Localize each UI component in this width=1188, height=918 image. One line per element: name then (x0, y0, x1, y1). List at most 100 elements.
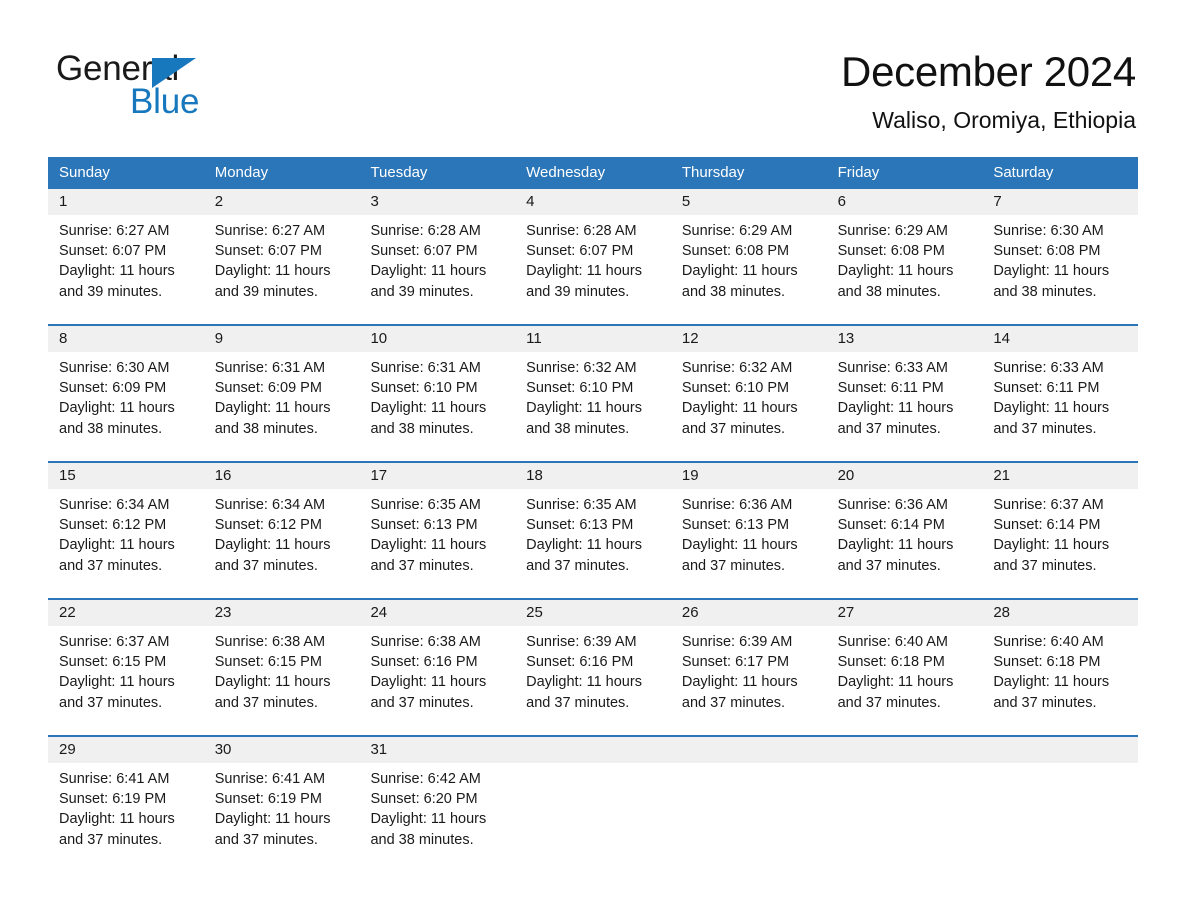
week-row: 22 23 24 25 26 27 28 Sunrise: 6:37 AM Su… (48, 598, 1138, 726)
sunset-text: Sunset: 6:07 PM (526, 243, 634, 260)
day-cell[interactable]: Sunrise: 6:29 AM Sunset: 6:08 PM Dayligh… (827, 215, 983, 315)
daylight-text: Daylight: 11 hours and 37 minutes. (837, 674, 954, 711)
week-day-details: Sunrise: 6:27 AM Sunset: 6:07 PM Dayligh… (48, 215, 1138, 315)
day-number[interactable]: 3 (359, 189, 515, 215)
day-cell[interactable]: Sunrise: 6:40 AM Sunset: 6:18 PM Dayligh… (827, 626, 983, 726)
day-cell[interactable]: Sunrise: 6:28 AM Sunset: 6:07 PM Dayligh… (515, 215, 671, 315)
sunset-text: Sunset: 6:08 PM (993, 243, 1101, 260)
week-day-numbers: 22 23 24 25 26 27 28 (48, 600, 1138, 626)
day-cell[interactable]: Sunrise: 6:30 AM Sunset: 6:08 PM Dayligh… (982, 215, 1138, 315)
daylight-text: Daylight: 11 hours and 37 minutes. (214, 537, 331, 574)
daylight-text: Daylight: 11 hours and 39 minutes. (59, 263, 175, 300)
daylight-text: Daylight: 11 hours and 37 minutes. (681, 674, 798, 711)
day-number[interactable]: 20 (827, 463, 983, 489)
sunrise-text: Sunrise: 6:41 AM (59, 771, 170, 787)
day-cell[interactable]: Sunrise: 6:29 AM Sunset: 6:08 PM Dayligh… (671, 215, 827, 315)
day-cell[interactable]: Sunrise: 6:33 AM Sunset: 6:11 PM Dayligh… (827, 352, 983, 452)
daylight-text: Daylight: 11 hours and 37 minutes. (993, 537, 1110, 574)
day-number[interactable]: 23 (204, 600, 360, 626)
day-cell[interactable]: Sunrise: 6:34 AM Sunset: 6:12 PM Dayligh… (204, 489, 360, 589)
week-day-details: Sunrise: 6:37 AM Sunset: 6:15 PM Dayligh… (48, 626, 1138, 726)
day-number[interactable]: 7 (982, 189, 1138, 215)
day-cell[interactable]: Sunrise: 6:41 AM Sunset: 6:19 PM Dayligh… (48, 763, 204, 863)
day-number[interactable]: 15 (48, 463, 204, 489)
day-number[interactable]: 1 (48, 189, 204, 215)
calendar-table: Sunday Monday Tuesday Wednesday Thursday… (48, 157, 1138, 863)
day-cell[interactable]: Sunrise: 6:32 AM Sunset: 6:10 PM Dayligh… (515, 352, 671, 452)
sunrise-text: Sunrise: 6:32 AM (681, 360, 793, 376)
day-cell[interactable]: Sunrise: 6:35 AM Sunset: 6:13 PM Dayligh… (515, 489, 671, 589)
day-cell[interactable]: Sunrise: 6:27 AM Sunset: 6:07 PM Dayligh… (204, 215, 360, 315)
day-cell[interactable]: Sunrise: 6:36 AM Sunset: 6:14 PM Dayligh… (827, 489, 983, 589)
day-number[interactable]: 30 (204, 737, 360, 763)
day-number[interactable]: 8 (48, 326, 204, 352)
day-number[interactable]: 2 (204, 189, 360, 215)
day-cell[interactable]: Sunrise: 6:33 AM Sunset: 6:11 PM Dayligh… (982, 352, 1138, 452)
day-cell[interactable]: Sunrise: 6:39 AM Sunset: 6:16 PM Dayligh… (515, 626, 671, 726)
daylight-text: Daylight: 11 hours and 38 minutes. (214, 400, 331, 437)
day-cell[interactable]: Sunrise: 6:39 AM Sunset: 6:17 PM Dayligh… (671, 626, 827, 726)
day-number[interactable]: 24 (359, 600, 515, 626)
day-number[interactable]: 17 (359, 463, 515, 489)
day-number-empty (982, 737, 1138, 763)
day-cell[interactable]: Sunrise: 6:28 AM Sunset: 6:07 PM Dayligh… (359, 215, 515, 315)
day-number[interactable]: 21 (982, 463, 1138, 489)
daylight-text: Daylight: 11 hours and 38 minutes. (370, 811, 487, 848)
sunrise-text: Sunrise: 6:33 AM (993, 360, 1104, 376)
sunrise-text: Sunrise: 6:40 AM (837, 634, 949, 650)
day-cell[interactable]: Sunrise: 6:38 AM Sunset: 6:16 PM Dayligh… (359, 626, 515, 726)
day-cell[interactable]: Sunrise: 6:37 AM Sunset: 6:14 PM Dayligh… (982, 489, 1138, 589)
day-cell[interactable]: Sunrise: 6:36 AM Sunset: 6:13 PM Dayligh… (671, 489, 827, 589)
day-number[interactable]: 19 (671, 463, 827, 489)
day-number[interactable]: 29 (48, 737, 204, 763)
day-number[interactable]: 28 (982, 600, 1138, 626)
day-cell[interactable]: Sunrise: 6:31 AM Sunset: 6:09 PM Dayligh… (204, 352, 360, 452)
sunset-text: Sunset: 6:09 PM (214, 380, 322, 397)
logo-text-blue: Blue (130, 82, 200, 121)
day-number[interactable]: 13 (827, 326, 983, 352)
week-day-numbers: 8 9 10 11 12 13 14 (48, 326, 1138, 352)
day-cell[interactable]: Sunrise: 6:32 AM Sunset: 6:10 PM Dayligh… (671, 352, 827, 452)
day-number[interactable]: 5 (671, 189, 827, 215)
sunset-text: Sunset: 6:10 PM (681, 380, 790, 397)
day-number[interactable]: 9 (204, 326, 360, 352)
day-number[interactable]: 22 (48, 600, 204, 626)
sunrise-text: Sunrise: 6:40 AM (993, 634, 1104, 650)
day-cell[interactable]: Sunrise: 6:31 AM Sunset: 6:10 PM Dayligh… (359, 352, 515, 452)
day-cell[interactable]: Sunrise: 6:40 AM Sunset: 6:18 PM Dayligh… (982, 626, 1138, 726)
day-number[interactable]: 26 (671, 600, 827, 626)
sunrise-text: Sunrise: 6:29 AM (681, 223, 793, 239)
sunrise-text: Sunrise: 6:27 AM (59, 223, 170, 239)
sunrise-text: Sunrise: 6:38 AM (370, 634, 481, 650)
daylight-text: Daylight: 11 hours and 38 minutes. (59, 400, 175, 437)
day-cell[interactable]: Sunrise: 6:27 AM Sunset: 6:07 PM Dayligh… (48, 215, 204, 315)
day-cell[interactable]: Sunrise: 6:30 AM Sunset: 6:09 PM Dayligh… (48, 352, 204, 452)
day-number[interactable]: 11 (515, 326, 671, 352)
day-number[interactable]: 27 (827, 600, 983, 626)
day-number[interactable]: 25 (515, 600, 671, 626)
day-cell-empty (671, 763, 827, 863)
daylight-text: Daylight: 11 hours and 39 minutes. (214, 263, 331, 300)
day-cell[interactable]: Sunrise: 6:41 AM Sunset: 6:19 PM Dayligh… (204, 763, 360, 863)
sunset-text: Sunset: 6:16 PM (526, 654, 634, 671)
sunrise-text: Sunrise: 6:28 AM (526, 223, 637, 239)
day-number[interactable]: 4 (515, 189, 671, 215)
sunset-text: Sunset: 6:14 PM (993, 517, 1101, 534)
week-day-numbers: 15 16 17 18 19 20 21 (48, 463, 1138, 489)
day-number[interactable]: 16 (204, 463, 360, 489)
day-cell[interactable]: Sunrise: 6:35 AM Sunset: 6:13 PM Dayligh… (359, 489, 515, 589)
sunset-text: Sunset: 6:18 PM (837, 654, 945, 671)
day-number[interactable]: 12 (671, 326, 827, 352)
day-number[interactable]: 18 (515, 463, 671, 489)
day-cell[interactable]: Sunrise: 6:42 AM Sunset: 6:20 PM Dayligh… (359, 763, 515, 863)
day-number[interactable]: 10 (359, 326, 515, 352)
day-cell[interactable]: Sunrise: 6:37 AM Sunset: 6:15 PM Dayligh… (48, 626, 204, 726)
sunset-text: Sunset: 6:16 PM (370, 654, 478, 671)
day-cell[interactable]: Sunrise: 6:34 AM Sunset: 6:12 PM Dayligh… (48, 489, 204, 589)
day-number[interactable]: 14 (982, 326, 1138, 352)
weekday-header-wednesday: Wednesday (526, 164, 606, 181)
day-number[interactable]: 31 (359, 737, 515, 763)
daylight-text: Daylight: 11 hours and 37 minutes. (214, 674, 331, 711)
day-cell[interactable]: Sunrise: 6:38 AM Sunset: 6:15 PM Dayligh… (204, 626, 360, 726)
day-number[interactable]: 6 (827, 189, 983, 215)
